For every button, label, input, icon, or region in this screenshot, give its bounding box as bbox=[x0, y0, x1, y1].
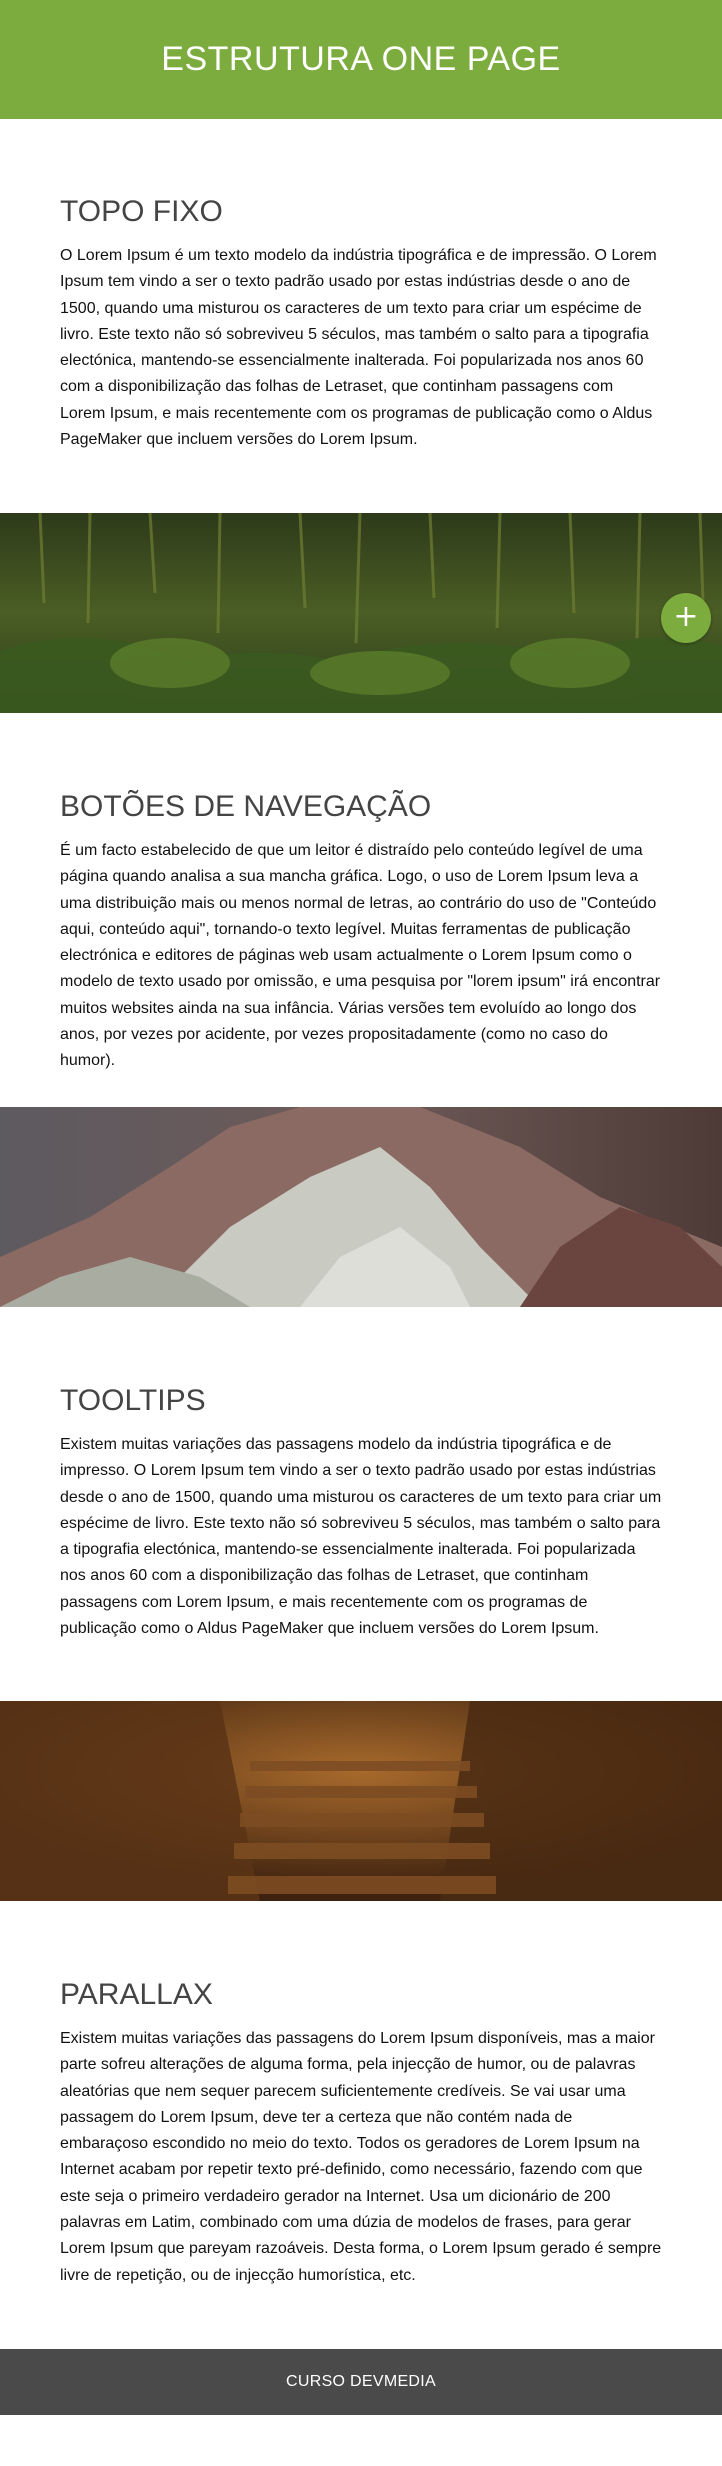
section-title: TOOLTIPS bbox=[60, 1384, 206, 1417]
page-title: ESTRUTURA ONE PAGE bbox=[161, 40, 561, 78]
section-text: Existem muitas variações das passagens m… bbox=[60, 1436, 662, 1638]
section-botoes-navegacao: BOTÕES DE NAVEGAÇÃO É um facto estabelec… bbox=[0, 713, 722, 1107]
footer-text: CURSO DEVMEDIA bbox=[286, 2373, 436, 2390]
page-header: ESTRUTURA ONE PAGE bbox=[0, 0, 722, 119]
forest-image bbox=[0, 513, 722, 713]
section-text: Existem muitas variações das passagens d… bbox=[60, 2030, 662, 2284]
section-title: TOPO FIXO bbox=[60, 195, 223, 228]
stairs-banner bbox=[0, 1701, 722, 1901]
section-tooltips: TOOLTIPS Existem muitas variações das pa… bbox=[0, 1307, 722, 1701]
section-text: O Lorem Ipsum é um texto modelo da indús… bbox=[60, 247, 657, 449]
mountain-image bbox=[0, 1107, 722, 1307]
stairs-image bbox=[0, 1701, 722, 1901]
add-button[interactable]: + bbox=[661, 593, 711, 643]
section-title: PARALLAX bbox=[60, 1978, 213, 2011]
section-text: É um facto estabelecido de que um leitor… bbox=[60, 842, 661, 1070]
section-topo-fixo: TOPO FIXO O Lorem Ipsum é um texto model… bbox=[0, 119, 722, 513]
section-parallax: PARALLAX Existem muitas variações das pa… bbox=[0, 1901, 722, 2349]
page-footer: CURSO DEVMEDIA bbox=[0, 2349, 722, 2415]
section-title: BOTÕES DE NAVEGAÇÃO bbox=[60, 790, 432, 823]
forest-banner: + bbox=[0, 513, 722, 713]
mountain-banner bbox=[0, 1107, 722, 1307]
